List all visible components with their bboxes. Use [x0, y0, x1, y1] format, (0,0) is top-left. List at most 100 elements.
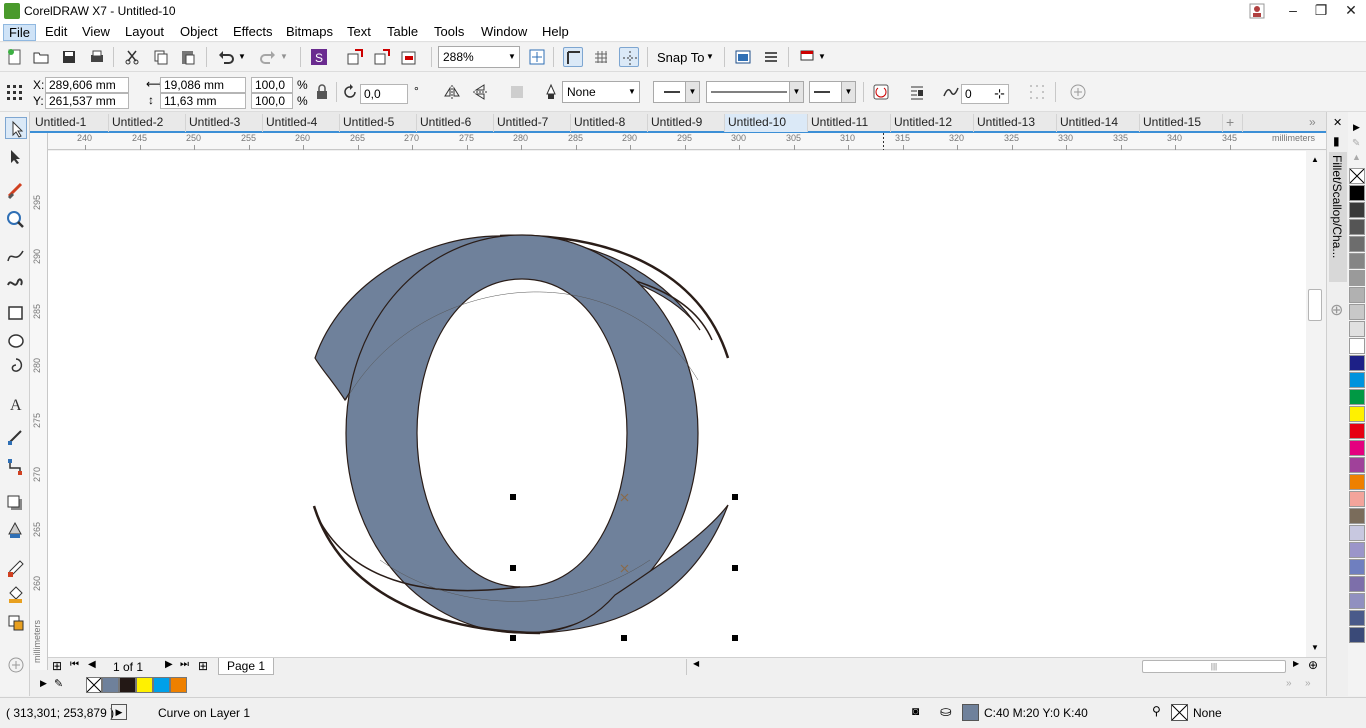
document-color-swatch[interactable] — [119, 677, 136, 693]
snap-to-label[interactable]: Snap To — [657, 50, 704, 65]
palette-color-swatch[interactable] — [1349, 304, 1365, 320]
menu-object[interactable]: Object — [175, 24, 223, 41]
tab-untitled-2[interactable]: Untitled-2 — [109, 114, 186, 132]
height-field[interactable]: 11,63 mm — [160, 93, 246, 109]
wrap-text-icon[interactable] — [507, 82, 527, 102]
smart-fill-tool-icon[interactable] — [5, 612, 27, 634]
tab-untitled-9[interactable]: Untitled-9 — [648, 114, 725, 132]
crop-tool-icon[interactable] — [5, 180, 27, 202]
palette-color-swatch[interactable] — [1349, 474, 1365, 490]
menu-file[interactable]: File — [3, 24, 36, 41]
palette-color-swatch[interactable] — [1349, 287, 1365, 303]
color-eyedropper-tool-icon[interactable] — [5, 557, 27, 579]
show-rulers-icon[interactable] — [563, 47, 583, 67]
add-tool-icon[interactable] — [5, 654, 27, 676]
transparency-tool-icon[interactable] — [5, 520, 27, 542]
palette-color-swatch[interactable] — [1349, 627, 1365, 643]
object-origin-icon[interactable] — [4, 82, 24, 102]
full-screen-preview-icon[interactable] — [527, 47, 547, 67]
palette-flyout-icon[interactable]: ▶ — [40, 678, 47, 689]
show-guidelines-icon[interactable] — [619, 47, 639, 67]
ellipse-tool-icon[interactable] — [5, 330, 27, 352]
scrollbar-thumb[interactable] — [1308, 289, 1322, 321]
docker-collapse-icon[interactable]: ▮ — [1333, 134, 1340, 148]
chevron-down-icon[interactable]: ▼ — [789, 82, 803, 102]
scroll-left-icon[interactable]: ◀ — [693, 659, 699, 668]
menu-window[interactable]: Window — [476, 24, 532, 41]
last-page-icon[interactable]: ⏭ — [180, 659, 189, 670]
document-color-swatch[interactable] — [136, 677, 153, 693]
open-folder-icon[interactable] — [31, 47, 51, 67]
artistic-media-tool-icon[interactable] — [5, 273, 27, 295]
close-docker-icon[interactable]: ✕ — [1333, 116, 1342, 129]
tab-untitled-6[interactable]: Untitled-6 — [417, 114, 494, 132]
tab-untitled-13[interactable]: Untitled-13 — [974, 114, 1057, 132]
mirror-vertical-icon[interactable] — [470, 82, 490, 102]
zoom-level-combo[interactable]: 288% ▼ — [438, 46, 520, 68]
page-tab[interactable]: Page 1 — [218, 658, 275, 675]
application-launcher-icon[interactable] — [761, 47, 781, 67]
search-content-icon[interactable]: S — [309, 47, 329, 67]
document-color-swatch[interactable] — [102, 677, 119, 693]
drawing-artwork[interactable] — [48, 151, 1306, 657]
menu-text[interactable]: Text — [342, 24, 376, 41]
docker-tab[interactable]: Fillet/Scallop/Cha... — [1329, 152, 1347, 282]
tab-untitled-1[interactable]: Untitled-1 — [32, 114, 109, 132]
tab-untitled-11[interactable]: Untitled-11 — [808, 114, 891, 132]
close-curve-icon[interactable] — [871, 82, 891, 102]
chevron-down-icon[interactable]: ▼ — [505, 47, 519, 67]
publish-pdf-icon[interactable] — [399, 47, 419, 67]
horizontal-ruler[interactable]: 240 245 250 255 260 265 270 275 280 285 … — [48, 133, 1326, 150]
freehand-tool-icon[interactable] — [5, 245, 27, 267]
close-button[interactable]: ✕ — [1334, 0, 1366, 22]
lock-ratio-icon[interactable] — [312, 82, 332, 102]
curve-smoothness-field[interactable]: 0 ⊹ — [961, 84, 1009, 104]
undo-icon[interactable] — [216, 47, 236, 67]
tab-untitled-3[interactable]: Untitled-3 — [186, 114, 263, 132]
scroll-up-icon[interactable]: ▲ — [1311, 155, 1319, 164]
palette-color-swatch[interactable] — [1349, 542, 1365, 558]
polygon-tool-icon[interactable] — [5, 356, 27, 378]
status-expand-icon[interactable]: ▶ — [111, 704, 127, 720]
color-proofing-icon[interactable]: ◙ — [912, 704, 919, 718]
no-color-swatch[interactable] — [1349, 168, 1365, 184]
menu-effects[interactable]: Effects — [228, 24, 278, 41]
palette-color-swatch[interactable] — [1349, 559, 1365, 575]
tab-untitled-15[interactable]: Untitled-15 — [1140, 114, 1223, 132]
cut-icon[interactable] — [122, 47, 142, 67]
tabs-overflow-icon[interactable]: » — [1306, 114, 1324, 132]
document-color-swatch[interactable] — [170, 677, 187, 693]
outline-width-combo[interactable]: None ▼ — [562, 81, 640, 103]
palette-color-swatch[interactable] — [1349, 389, 1365, 405]
palette-color-swatch[interactable] — [1349, 185, 1365, 201]
palette-color-swatch[interactable] — [1349, 355, 1365, 371]
palette-color-swatch[interactable] — [1349, 525, 1365, 541]
menu-bitmaps[interactable]: Bitmaps — [281, 24, 338, 41]
menu-tools[interactable]: Tools — [429, 24, 469, 41]
interactive-fill-tool-icon[interactable] — [5, 584, 27, 606]
horizontal-scrollbar[interactable]: ◀ ||| ▶ ⊕ — [686, 658, 1326, 675]
drop-shadow-tool-icon[interactable] — [5, 493, 27, 515]
palette-eyedropper-icon[interactable]: ✎ — [1352, 138, 1360, 149]
scroll-right-icon[interactable]: ▶ — [1293, 659, 1299, 668]
vertical-ruler[interactable]: 295 290 285 280 275 270 265 260 millimet… — [30, 133, 48, 670]
options-icon[interactable] — [733, 47, 753, 67]
palette-color-swatch[interactable] — [1349, 457, 1365, 473]
chevron-down-icon[interactable]: ▼ — [625, 82, 639, 102]
menu-edit[interactable]: Edit — [40, 24, 72, 41]
text-tool-icon[interactable]: A — [5, 393, 27, 415]
mirror-horizontal-icon[interactable] — [442, 82, 462, 102]
save-icon[interactable] — [59, 47, 79, 67]
copy-icon[interactable] — [151, 47, 171, 67]
line-style-combo[interactable]: ▼ — [706, 81, 804, 103]
palette-color-swatch[interactable] — [1349, 372, 1365, 388]
previous-page-icon[interactable]: ◀ — [88, 659, 96, 670]
new-document-icon[interactable] — [5, 47, 25, 67]
add-page-before-icon[interactable]: ⊞ — [52, 659, 62, 673]
redo-dropdown-icon[interactable]: ▼ — [280, 47, 300, 67]
zoom-navigator-icon[interactable]: ⊕ — [1308, 658, 1318, 672]
palette-color-swatch[interactable] — [1349, 508, 1365, 524]
palette-color-swatch[interactable] — [1349, 253, 1365, 269]
next-page-icon[interactable]: ▶ — [165, 659, 173, 670]
palette-scroll-end-icon[interactable]: » — [1305, 678, 1311, 689]
